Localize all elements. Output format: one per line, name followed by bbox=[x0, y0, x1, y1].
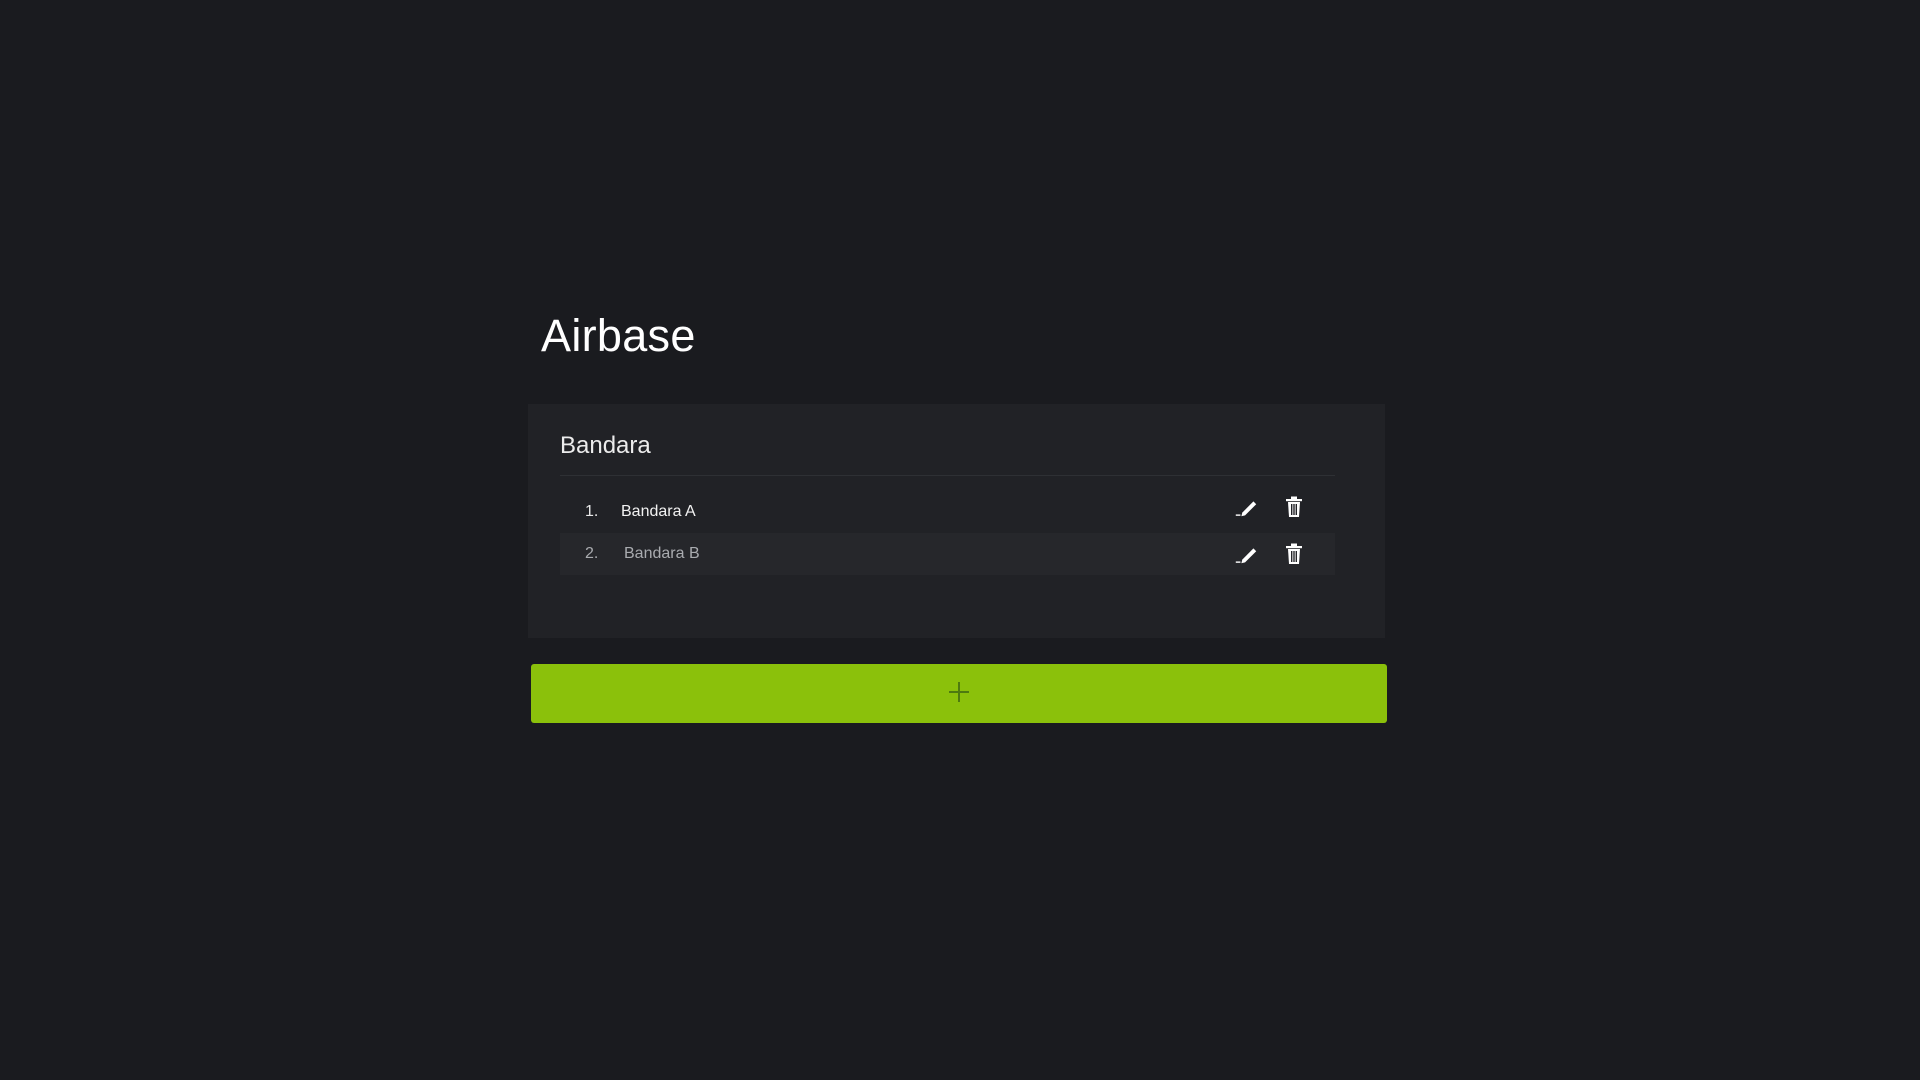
item-actions bbox=[1233, 533, 1307, 575]
trash-icon[interactable] bbox=[1281, 494, 1307, 520]
list-item: 2. Bandara B bbox=[560, 533, 1335, 575]
item-number: 2. bbox=[585, 545, 599, 562]
item-number: 1. bbox=[585, 503, 599, 520]
pencil-icon[interactable] bbox=[1233, 541, 1259, 567]
plus-icon bbox=[947, 680, 971, 707]
pencil-icon[interactable] bbox=[1233, 494, 1259, 520]
airbase-list: 1. Bandara A 2. Bandara B bbox=[560, 491, 1335, 575]
airbase-card: Bandara 1. Bandara A 2. Bandara B bbox=[528, 404, 1385, 638]
item-label: Bandara A bbox=[621, 503, 696, 520]
card-divider bbox=[560, 475, 1335, 476]
list-item: 1. Bandara A bbox=[560, 491, 1335, 533]
card-title: Bandara bbox=[560, 432, 651, 459]
trash-icon[interactable] bbox=[1281, 541, 1307, 567]
add-airbase-button[interactable] bbox=[531, 664, 1387, 723]
item-label: Bandara B bbox=[624, 545, 700, 562]
page-title: Airbase bbox=[541, 310, 696, 361]
item-actions bbox=[1233, 486, 1307, 528]
